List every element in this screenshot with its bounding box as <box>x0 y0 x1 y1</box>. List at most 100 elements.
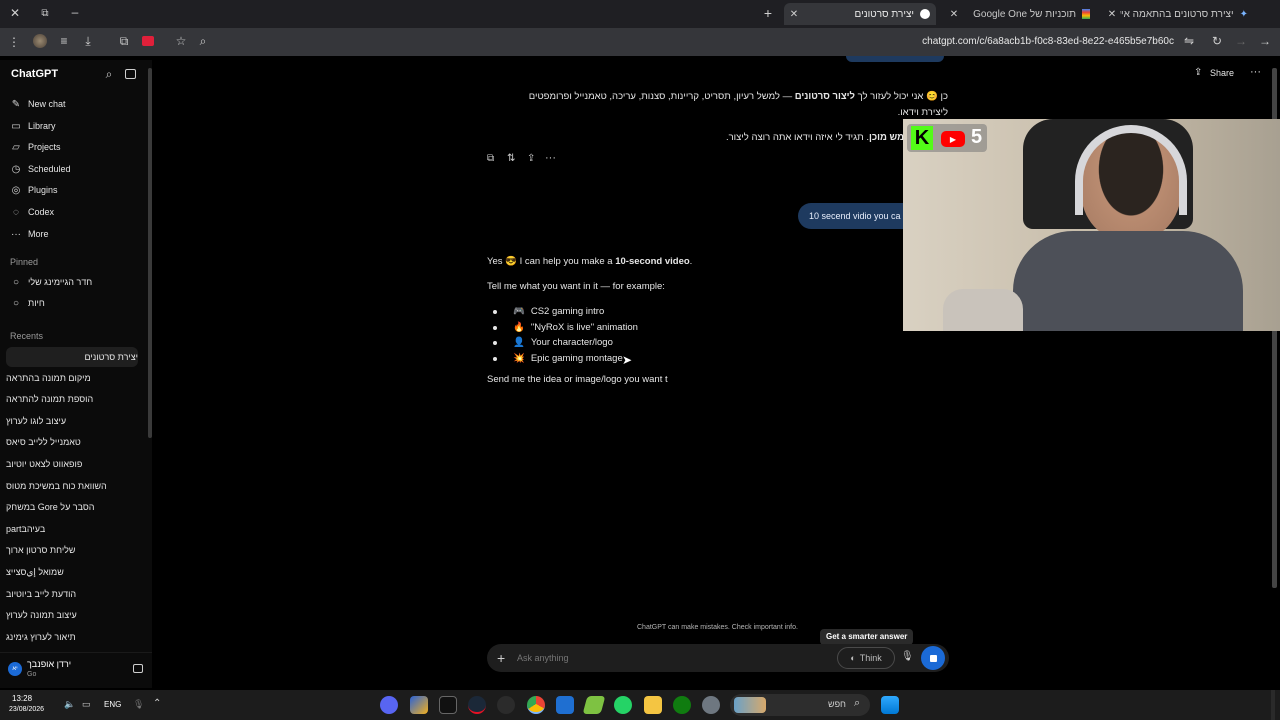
tab-google-one[interactable]: ✕ תוכניות של Google One <box>944 3 1096 25</box>
sidebar-item-plugins[interactable]: ◎ Plugins <box>6 180 144 200</box>
pinned-item[interactable]: ○ חיות <box>6 293 144 313</box>
file-explorer-icon[interactable] <box>644 696 662 714</box>
clock-date[interactable]: 23/08/2026 <box>9 706 44 713</box>
taskbar-search[interactable]: חפש ⌕ <box>730 694 870 716</box>
epic-games-icon[interactable] <box>439 696 457 714</box>
network-icon[interactable]: ▭ <box>82 699 91 710</box>
reload-icon[interactable]: ↻ <box>1210 34 1224 48</box>
chrome-icon[interactable] <box>527 696 545 714</box>
download-icon[interactable]: ⤓ <box>81 34 95 48</box>
recent-chat-item[interactable]: עיצוב תמונה לערוץ <box>6 605 138 625</box>
recent-chat-item[interactable]: בעיהבּpart <box>6 519 138 539</box>
recent-chat-item[interactable]: השוואת כוח במשיכת מטוס <box>6 476 138 496</box>
show-desktop-strip[interactable] <box>1271 690 1275 720</box>
gift-icon[interactable] <box>133 664 143 673</box>
clock-time[interactable]: 13:28 <box>12 694 32 703</box>
recent-chat-item[interactable]: הסבר על Gore במשחק <box>6 497 138 517</box>
store-icon[interactable] <box>556 696 574 714</box>
explosion-emoji-icon: 💥 <box>513 353 525 364</box>
sidebar-item-codex[interactable]: ◌ Codex <box>6 202 144 222</box>
discord-icon[interactable] <box>380 696 398 714</box>
whatsapp-icon[interactable] <box>614 696 632 714</box>
site-settings-icon[interactable]: ⇋ <box>1182 34 1196 48</box>
tab-custom-video[interactable]: ✕ יצירת סרטונים בהתאמה אישית ✦ <box>1102 3 1254 25</box>
recent-chat-item[interactable]: יצירת סרטונים <box>6 347 138 367</box>
sidebar-item-projects[interactable]: ▱ Projects <box>6 137 144 157</box>
windows-start-icon[interactable] <box>881 696 899 714</box>
profile-avatar[interactable] <box>33 34 47 48</box>
recent-chat-item[interactable]: טאמנייל ללייב סיאס <box>6 432 138 452</box>
tab-close-icon[interactable]: ✕ <box>946 9 962 20</box>
share-icon[interactable]: ⇪ <box>1194 67 1202 78</box>
recent-chat-item[interactable]: פופאווט לצאט יוטיוב <box>6 454 138 474</box>
media-app-icon[interactable] <box>497 696 515 714</box>
xbox-icon[interactable] <box>673 696 691 714</box>
add-attachment-icon[interactable]: + <box>497 650 505 666</box>
tab-close-icon[interactable]: ✕ <box>1104 9 1120 20</box>
recent-chat-item[interactable]: הודעת לייב ביוטיוב <box>6 584 138 604</box>
settings-gear-icon[interactable] <box>702 696 720 714</box>
menu-dots-icon[interactable]: ⋮ <box>8 35 20 49</box>
send-app-icon[interactable] <box>582 696 606 714</box>
recent-chat-item[interactable]: שליחת סרטון ארוך <box>6 540 138 560</box>
sidebar-item-scheduled[interactable]: ◷ Scheduled <box>6 159 144 179</box>
copy-icon[interactable]: ⧉ <box>487 153 494 164</box>
tab-close-icon[interactable]: ✕ <box>786 9 802 20</box>
steam-icon[interactable] <box>468 696 486 714</box>
app-title[interactable]: ChatGPT <box>11 68 58 80</box>
sidebar-item-library[interactable]: ▭ Library <box>6 116 144 136</box>
pinned-item[interactable]: ○ חדר הגיימינג שלי <box>6 272 144 292</box>
feedback-icon[interactable]: ⇅ <box>507 153 515 164</box>
chevron-up-icon[interactable]: ⌃ <box>153 698 161 709</box>
minimize-window-icon[interactable]: – <box>68 5 82 19</box>
microphone-tray-icon[interactable]: 🎙 <box>133 699 144 710</box>
bookmark-star-icon[interactable]: ☆ <box>174 34 188 48</box>
recent-chat-item[interactable]: עיצוב לוגו לערוץ <box>6 411 138 431</box>
forward-icon[interactable]: → <box>1234 34 1248 48</box>
clock-icon: ◷ <box>11 163 21 175</box>
back-icon[interactable]: → <box>1258 34 1272 48</box>
sidebar-item-label: Plugins <box>28 185 58 195</box>
list-item-text: "NyRoX is live" animation <box>530 322 638 333</box>
new-tab-icon[interactable]: + <box>761 5 775 21</box>
more-actions-icon[interactable]: ··· <box>545 152 556 164</box>
sidebar-item-more[interactable]: ··· More <box>6 224 144 244</box>
edit-icon: ✎ <box>11 98 21 110</box>
reading-list-icon[interactable]: ≡ <box>57 34 71 48</box>
assistant-reply-prompt: Tell me what you want in it — for exampl… <box>487 281 665 292</box>
chat-bubble-icon: ○ <box>12 297 20 309</box>
microphone-icon[interactable]: 🎙 <box>901 651 914 662</box>
zoom-icon[interactable]: ⌕ <box>196 34 210 48</box>
notepad-icon[interactable] <box>410 696 428 714</box>
recent-chat-item[interactable]: הוספת תמונה להתראה <box>6 389 138 409</box>
plugin-icon: ◎ <box>11 184 21 196</box>
share-button[interactable]: Share <box>1210 68 1234 78</box>
user-profile[interactable]: יא ירדן אופנבך Go <box>0 652 152 682</box>
prompt-input[interactable] <box>517 650 827 666</box>
url-text[interactable]: chatgpt.com/c/6a8acb1b-f0c8-83ed-8e22-e4… <box>922 36 1174 47</box>
user-message-bubble: 10 secend vidio you ca <box>798 203 918 229</box>
volume-icon[interactable]: 🔈 <box>64 699 75 710</box>
restore-window-icon[interactable]: ⧉ <box>38 6 52 20</box>
message-text: I can help you make a <box>519 256 613 267</box>
search-icon[interactable]: ⌕ <box>102 67 116 81</box>
think-button[interactable]: ◐ Think <box>837 647 895 669</box>
extensions-icon[interactable]: ⧉ <box>117 34 131 48</box>
options-dots-icon[interactable]: ··· <box>1250 66 1261 78</box>
list-item: 💥 Epic gaming montage <box>493 353 623 364</box>
sidebar-toggle-icon[interactable] <box>125 69 136 79</box>
share-message-icon[interactable]: ⇪ <box>527 153 535 164</box>
recent-chat-item[interactable]: שמואל إيסצייצ <box>6 562 138 582</box>
composer: + ◐ Think 🎙 <box>487 644 949 672</box>
stop-icon <box>929 654 937 662</box>
extension-red-icon[interactable] <box>142 36 154 46</box>
stop-voice-button[interactable] <box>921 646 945 670</box>
close-window-icon[interactable]: ✕ <box>8 6 22 20</box>
recent-chat-item[interactable]: תיאור לערוץ גימינג <box>6 627 138 647</box>
language-indicator[interactable]: ENG <box>104 700 121 709</box>
tab-video-creation[interactable]: ✕ יצירת סרטונים <box>784 3 936 25</box>
sidebar-scrollbar[interactable] <box>148 68 152 438</box>
scroll-top-bubble <box>846 56 944 62</box>
sidebar-item-new-chat[interactable]: ✎ New chat <box>6 94 144 114</box>
recent-chat-item[interactable]: מיקום תמונה בהתראה <box>6 368 138 388</box>
